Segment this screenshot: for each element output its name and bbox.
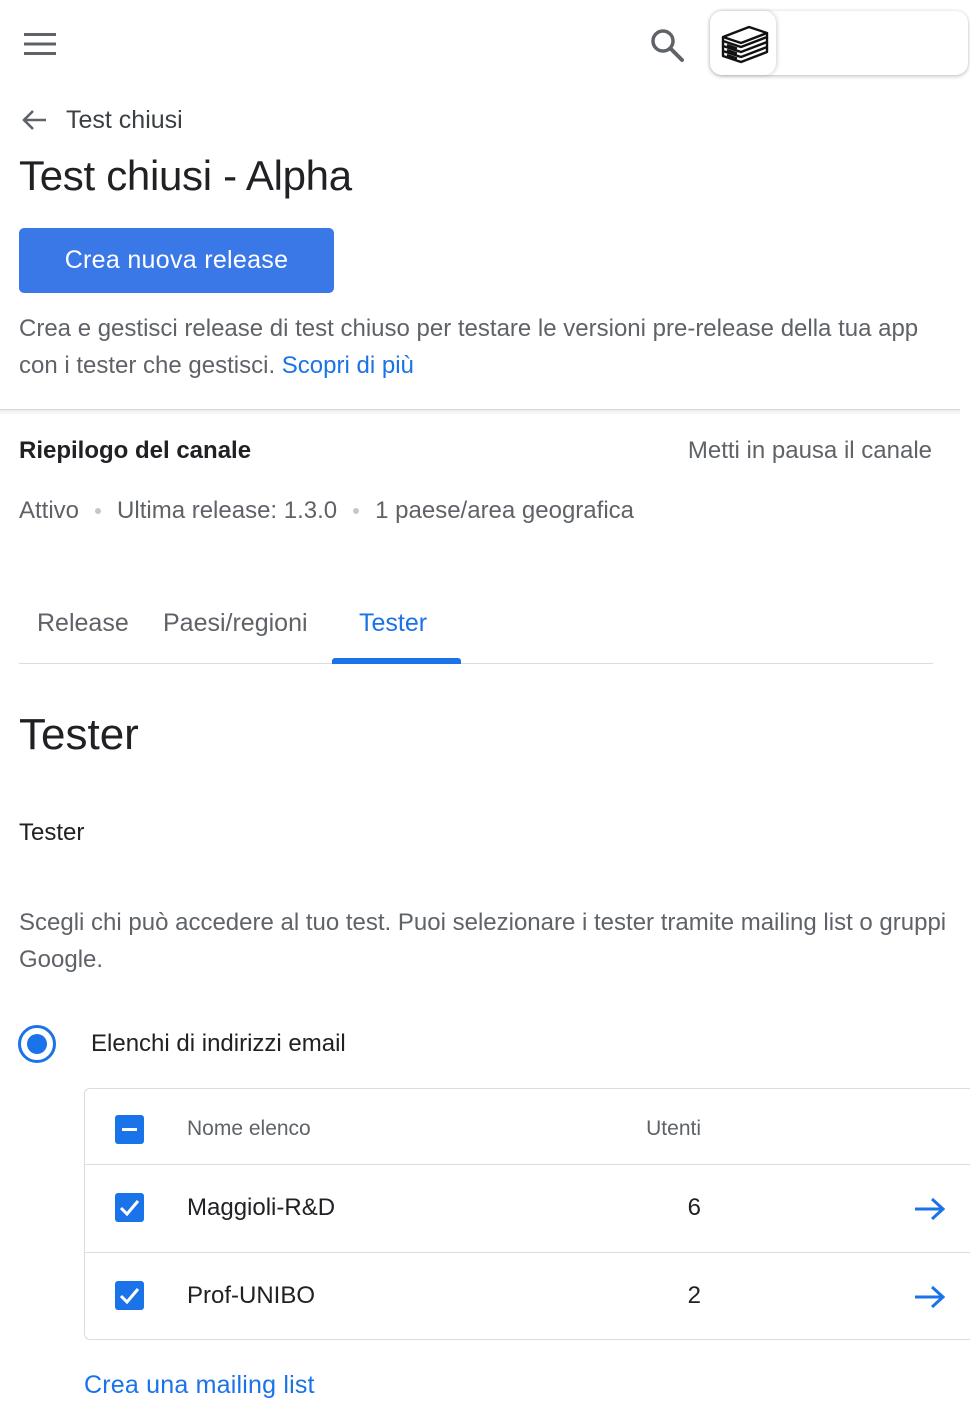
search-icon[interactable]: [646, 24, 688, 66]
list-users-count: 6: [687, 1194, 701, 1221]
channel-status-row: Attivo Ultima release: 1.3.0 1 paese/are…: [19, 497, 634, 525]
row-checkbox[interactable]: [115, 1193, 144, 1222]
list-name: Prof-UNIBO: [187, 1282, 316, 1309]
tester-description: Scegli chi può accedere al tuo test. Puo…: [19, 909, 947, 973]
active-tab-indicator: [332, 658, 461, 664]
create-release-button[interactable]: Crea nuova release: [19, 228, 334, 293]
row-checkbox[interactable]: [115, 1281, 144, 1310]
breadcrumb: Test chiusi: [20, 103, 183, 137]
channel-status: Attivo: [19, 497, 80, 524]
breadcrumb-link[interactable]: Test chiusi: [66, 106, 183, 135]
arrow-forward-icon[interactable]: [913, 1195, 947, 1223]
arrow-forward-icon[interactable]: [913, 1283, 947, 1311]
page-description: Crea e gestisci release di test chiuso p…: [19, 310, 939, 384]
tab-bar: Release Paesi/regioni Tester: [19, 595, 933, 664]
header-divider: [0, 409, 960, 410]
tester-heading: Tester: [19, 710, 139, 759]
create-mailing-list-link[interactable]: Crea una mailing list: [84, 1371, 315, 1400]
radio-button-selected[interactable]: [18, 1025, 56, 1063]
table-header-row: Nome elenco Utenti: [85, 1089, 970, 1165]
separator-dot: [95, 508, 102, 514]
arrow-back-icon[interactable]: [20, 108, 48, 132]
tester-sub-label: Tester: [19, 819, 85, 846]
table-row[interactable]: Maggioli-R&D 6: [85, 1165, 970, 1253]
table-row[interactable]: Prof-UNIBO 2: [85, 1253, 970, 1340]
column-header-users: Utenti: [646, 1117, 701, 1140]
list-name: Maggioli-R&D: [187, 1194, 336, 1221]
select-all-checkbox[interactable]: [115, 1115, 144, 1144]
countries-count: 1 paese/area geografica: [375, 497, 634, 524]
books-stack-icon: [721, 25, 769, 64]
email-lists-radio-option[interactable]: Elenchi di indirizzi email: [18, 1025, 346, 1063]
app-switcher[interactable]: [710, 11, 968, 75]
pause-channel-link[interactable]: Metti in pausa il canale: [688, 437, 932, 465]
learn-more-link[interactable]: Scopri di più: [282, 352, 414, 379]
check-icon: [119, 1288, 140, 1305]
radio-dot: [27, 1034, 47, 1054]
separator-dot: [353, 508, 360, 514]
description-text: Crea e gestisci release di test chiuso p…: [19, 315, 919, 379]
email-lists-table: Nome elenco Utenti Maggioli-R&D 6 Prof-U…: [84, 1088, 970, 1340]
list-users-count: 2: [687, 1282, 701, 1309]
top-app-bar: [0, 0, 970, 90]
last-release: Ultima release: 1.3.0: [117, 497, 338, 524]
hamburger-menu-icon[interactable]: [22, 30, 58, 58]
radio-label: Elenchi di indirizzi email: [91, 1030, 346, 1057]
page-title: Test chiusi - Alpha: [19, 152, 352, 199]
indeterminate-icon: [122, 1128, 137, 1131]
app-logo: [710, 11, 776, 75]
tab-tester[interactable]: Tester: [359, 609, 427, 638]
channel-summary-title: Riepilogo del canale: [19, 437, 252, 464]
column-header-name: Nome elenco: [187, 1117, 311, 1140]
tab-release[interactable]: Release: [37, 609, 129, 638]
tab-countries[interactable]: Paesi/regioni: [163, 609, 308, 638]
check-icon: [119, 1200, 140, 1217]
